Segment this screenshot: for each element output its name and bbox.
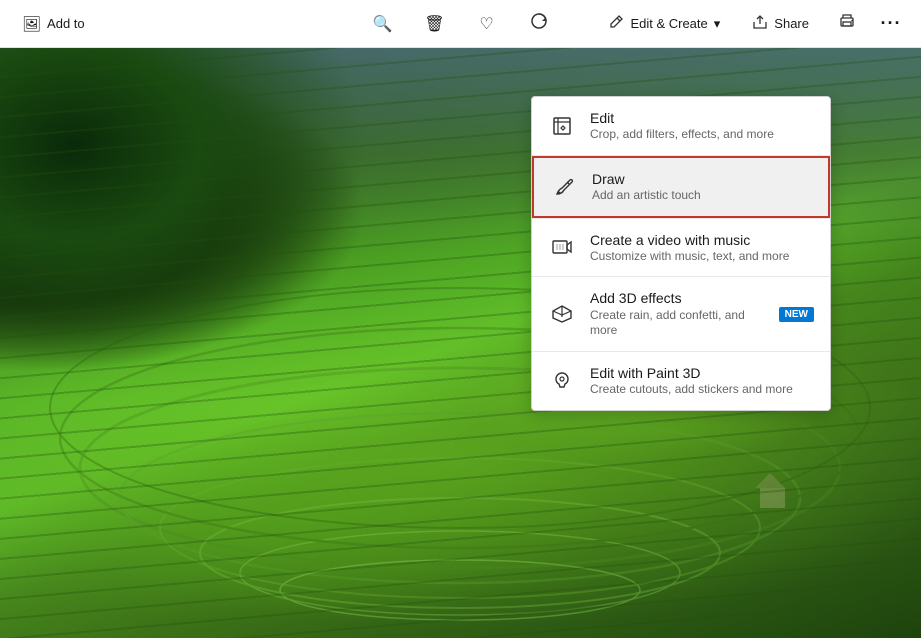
3d-menu-icon bbox=[548, 300, 576, 328]
add-to-button[interactable]: 🖼 Add to bbox=[12, 9, 95, 39]
3d-menu-text: Add 3D effects Create rain, add confetti… bbox=[590, 289, 765, 338]
menu-item-draw[interactable]: Draw Add an artistic touch bbox=[532, 156, 830, 218]
draw-menu-subtitle: Add an artistic touch bbox=[592, 188, 812, 204]
tree-overlay bbox=[0, 48, 368, 373]
video-menu-text: Create a video with music Customize with… bbox=[590, 231, 814, 265]
more-icon: ··· bbox=[881, 13, 902, 34]
more-button[interactable]: ··· bbox=[873, 6, 909, 42]
edit-create-label: Edit & Create bbox=[630, 16, 707, 31]
draw-menu-icon bbox=[550, 173, 578, 201]
edit-menu-icon bbox=[548, 112, 576, 140]
edit-menu-subtitle: Crop, add filters, effects, and more bbox=[590, 127, 814, 143]
3d-menu-title: Add 3D effects bbox=[590, 289, 765, 307]
toolbar: 🖼 Add to 🔍 🗑 ♡ bbox=[0, 0, 921, 48]
3d-menu-subtitle: Create rain, add confetti, and more bbox=[590, 308, 765, 339]
rotate-icon bbox=[530, 12, 548, 35]
edit-create-button[interactable]: Edit & Create ▾ bbox=[596, 8, 732, 39]
edit-menu-text: Edit Crop, add filters, effects, and mor… bbox=[590, 109, 814, 143]
favorite-icon: ♡ bbox=[479, 14, 493, 34]
toolbar-center: 🔍 🗑 ♡ bbox=[365, 6, 557, 42]
paint3d-menu-icon bbox=[548, 367, 576, 395]
zoom-icon: 🔍 bbox=[373, 14, 393, 34]
draw-menu-title: Draw bbox=[592, 170, 812, 188]
draw-menu-text: Draw Add an artistic touch bbox=[592, 170, 812, 204]
favorite-button[interactable]: ♡ bbox=[469, 6, 505, 42]
toolbar-right: Edit & Create ▾ Share bbox=[565, 6, 910, 42]
print-button[interactable] bbox=[829, 6, 865, 42]
new-badge: NEW bbox=[779, 307, 814, 322]
paint3d-menu-subtitle: Create cutouts, add stickers and more bbox=[590, 382, 814, 398]
paint3d-menu-text: Edit with Paint 3D Create cutouts, add s… bbox=[590, 364, 814, 398]
toolbar-left: 🖼 Add to bbox=[12, 9, 357, 39]
video-menu-icon bbox=[548, 233, 576, 261]
add-to-label: Add to bbox=[47, 16, 85, 31]
dropdown-menu: Edit Crop, add filters, effects, and mor… bbox=[531, 96, 831, 411]
zoom-button[interactable]: 🔍 bbox=[365, 6, 401, 42]
add-to-icon: 🖼 bbox=[22, 15, 41, 33]
rotate-button[interactable] bbox=[521, 6, 557, 42]
menu-item-paint3d[interactable]: Edit with Paint 3D Create cutouts, add s… bbox=[532, 352, 830, 410]
edit-create-icon bbox=[608, 14, 624, 33]
share-button[interactable]: Share bbox=[740, 8, 821, 39]
menu-item-3d[interactable]: Add 3D effects Create rain, add confetti… bbox=[532, 277, 830, 350]
delete-icon: 🗑 bbox=[424, 14, 444, 34]
print-icon bbox=[838, 12, 856, 35]
menu-item-video[interactable]: Create a video with music Customize with… bbox=[532, 219, 830, 277]
image-area: Edit Crop, add filters, effects, and mor… bbox=[0, 48, 921, 638]
edit-menu-title: Edit bbox=[590, 109, 814, 127]
share-label: Share bbox=[774, 16, 809, 31]
paint3d-menu-title: Edit with Paint 3D bbox=[590, 364, 814, 382]
video-menu-subtitle: Customize with music, text, and more bbox=[590, 249, 814, 265]
dropdown-arrow-icon: ▾ bbox=[714, 16, 721, 32]
video-menu-title: Create a video with music bbox=[590, 231, 814, 249]
delete-button[interactable]: 🗑 bbox=[417, 6, 453, 42]
share-icon bbox=[752, 14, 768, 33]
menu-item-edit[interactable]: Edit Crop, add filters, effects, and mor… bbox=[532, 97, 830, 155]
